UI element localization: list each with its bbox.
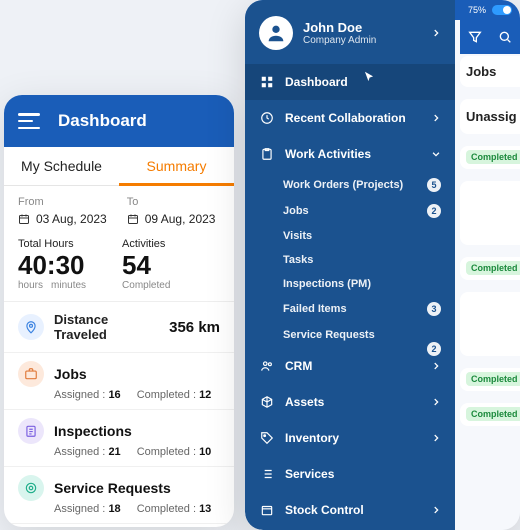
calendar-icon — [18, 213, 30, 225]
sidebar-item-inventory[interactable]: Inventory — [245, 420, 455, 456]
tab-summary[interactable]: Summary — [119, 147, 234, 185]
sub-service-req[interactable]: Service Requests2 — [245, 322, 455, 348]
briefcase-icon — [18, 361, 44, 387]
clipboard-icon — [18, 418, 44, 444]
jobs-row[interactable]: Jobs Assigned : 16 Completed : 12 — [4, 353, 234, 410]
inspections-row[interactable]: Inspections Assigned : 21 Completed : 10 — [4, 410, 234, 467]
tab-my-schedule[interactable]: My Schedule — [4, 147, 119, 185]
sidebar-item-stock[interactable]: Stock Control — [245, 492, 455, 528]
location-icon — [18, 314, 44, 340]
bg-cards: Jobs Unassig Completed Completed Complet… — [460, 56, 520, 526]
sub-failed[interactable]: Failed Items3 — [245, 296, 455, 322]
left-header: Dashboard — [4, 95, 234, 147]
filter-icon[interactable] — [467, 29, 483, 45]
cube-icon — [259, 394, 275, 410]
chevron-right-icon — [431, 505, 441, 515]
sidebar-item-crm[interactable]: CRM — [245, 348, 455, 384]
sidebar-item-assets[interactable]: Assets — [245, 384, 455, 420]
sub-jobs[interactable]: Jobs2 — [245, 198, 455, 224]
chevron-down-icon — [431, 149, 441, 159]
chevron-right-icon — [431, 433, 441, 443]
page-title: Dashboard — [58, 111, 147, 131]
chevron-right-icon — [431, 113, 441, 123]
topbar-icons — [460, 20, 520, 54]
user-header[interactable]: John Doe Company Admin — [245, 0, 455, 64]
bg-card — [460, 181, 520, 245]
tabs: My Schedule Summary — [4, 147, 234, 186]
list-icon — [259, 466, 275, 482]
box-icon — [259, 502, 275, 518]
bg-card: Completed — [460, 146, 520, 169]
sidebar-item-services[interactable]: Services — [245, 456, 455, 492]
sidebar-item-work[interactable]: Work Activities — [245, 136, 455, 172]
bg-card: Completed — [460, 257, 520, 280]
metrics: Total Hours 40:30 hoursminutes Activitie… — [4, 230, 234, 302]
sidebar-item-dashboard[interactable]: Dashboard — [245, 64, 455, 100]
distance-row[interactable]: Distance Traveled 356 km — [4, 302, 234, 353]
nav-drawer: John Doe Company Admin Dashboard Recent … — [245, 0, 455, 530]
clipboard-icon — [259, 146, 275, 162]
activities-label: Activities — [122, 238, 170, 250]
total-hours-value: 40:30 — [18, 252, 94, 278]
chevron-right-icon — [431, 397, 441, 407]
bg-tab-jobs: Jobs — [460, 56, 520, 87]
tag-icon — [259, 430, 275, 446]
date-range: From 03 Aug, 2023 To 09 Aug, 2023 — [4, 186, 234, 230]
summary-phone: Dashboard My Schedule Summary From 03 Au… — [4, 95, 234, 527]
activities-value: 54 — [122, 252, 170, 278]
chevron-right-icon — [431, 28, 441, 38]
sidebar-phone: 75% Jobs Unassig Completed Completed Com… — [245, 0, 520, 530]
users-icon — [259, 358, 275, 374]
bg-tab-unassigned: Unassig — [460, 99, 520, 134]
requests-row[interactable]: Service Requests Assigned : 18 Completed… — [4, 467, 234, 524]
to-date[interactable]: 09 Aug, 2023 — [127, 212, 216, 226]
sidebar-item-recent[interactable]: Recent Collaboration — [245, 100, 455, 136]
sub-visits[interactable]: Visits — [245, 224, 455, 248]
from-date[interactable]: 03 Aug, 2023 — [18, 212, 107, 226]
calendar-icon — [127, 213, 139, 225]
chevron-right-icon — [431, 361, 441, 371]
grid-icon — [259, 74, 275, 90]
to-label: To — [127, 196, 216, 208]
search-icon[interactable] — [497, 29, 513, 45]
clock-icon — [259, 110, 275, 126]
sub-inspections[interactable]: Inspections (PM) — [245, 272, 455, 296]
bg-card — [460, 292, 520, 356]
avatar-icon — [259, 16, 293, 50]
total-hours-label: Total Hours — [18, 238, 94, 250]
sub-work-orders[interactable]: Work Orders (Projects)5 — [245, 172, 455, 198]
support-icon — [18, 475, 44, 501]
bg-card: Completed — [460, 368, 520, 391]
sub-tasks[interactable]: Tasks — [245, 248, 455, 272]
menu-icon[interactable] — [18, 113, 40, 129]
cursor-icon — [362, 70, 376, 84]
bg-card: Completed — [460, 403, 520, 426]
toggle-icon — [492, 5, 512, 15]
from-label: From — [18, 196, 107, 208]
